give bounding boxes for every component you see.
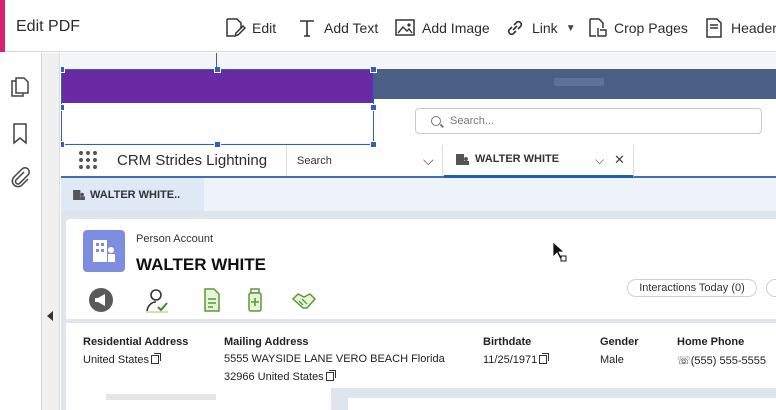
banner-logo	[554, 78, 604, 86]
edit-icon	[226, 18, 246, 38]
home-phone-text: (555) 555-5555	[690, 355, 766, 367]
add-text-button[interactable]: Add Text	[296, 16, 378, 40]
gender-value: Male	[600, 354, 624, 366]
toolbar-title: Edit PDF	[16, 18, 81, 35]
residential-address-text: United States	[83, 354, 150, 366]
image-icon	[395, 19, 415, 36]
global-search-input[interactable]: Search...	[415, 108, 762, 134]
attachment-icon[interactable]	[9, 165, 31, 189]
rotate-handle-line	[216, 53, 217, 69]
bookmark-icon[interactable]	[9, 121, 31, 145]
nav-search-dropdown[interactable]: Search ⌵	[286, 145, 443, 176]
residential-address-value: United States	[83, 353, 162, 366]
pdf-page: Search... CRM Strides Lightning Search ⌵…	[61, 53, 776, 410]
crop-pages-label: Crop Pages	[614, 20, 688, 36]
mouse-cursor-icon	[552, 241, 567, 262]
related-list-text	[106, 394, 216, 400]
copy-icon[interactable]	[325, 370, 336, 381]
header-label: Header	[731, 20, 776, 36]
medicine-bottle-icon[interactable]	[241, 286, 269, 314]
add-text-label: Add Text	[324, 20, 379, 36]
link-icon	[507, 20, 523, 36]
residential-address-label: Residential Address	[83, 336, 189, 348]
link-button[interactable]: Link ▼	[504, 16, 576, 40]
app-navbar: CRM Strides Lightning Search ⌵ WALTER WH…	[61, 145, 776, 178]
home-phone-value[interactable]: ☏(555) 555-5555	[677, 354, 766, 367]
close-icon[interactable]: ✕	[614, 152, 625, 168]
nav-search-label: Search	[297, 155, 332, 167]
mailing-address-label: Mailing Address	[224, 336, 309, 348]
copy-icon[interactable]	[539, 353, 550, 364]
pdf-editor: Edit PDF Edit Add Text Add Image Link ▼ …	[0, 0, 776, 410]
mailing-address-line2-text: 32966 United States	[224, 371, 324, 383]
document-icon[interactable]	[197, 286, 225, 314]
handshake-icon[interactable]	[290, 286, 318, 314]
mailing-address-line1: 5555 WAYSIDE LANE VERO BEACH Florida	[224, 353, 445, 365]
search-placeholder: Search...	[450, 115, 495, 127]
header-icon	[706, 18, 722, 38]
account-icon	[83, 230, 125, 272]
subtab-walter-white[interactable]: WALTER WHITE..	[61, 178, 204, 211]
gender-label: Gender	[600, 336, 639, 348]
sidebar-collapse-handle[interactable]	[42, 53, 60, 410]
tab-walter-white[interactable]: WALTER WHITE ⌵ ✕	[444, 145, 634, 178]
birthdate-label: Birthdate	[483, 336, 532, 348]
account-name: WALTER WHITE	[136, 255, 266, 274]
copy-icon[interactable]	[151, 353, 162, 364]
subtab-label: WALTER WHITE..	[90, 189, 181, 201]
search-icon	[431, 116, 441, 126]
purple-header-bar	[61, 69, 374, 103]
add-image-label: Add Image	[422, 20, 490, 36]
toolbar-accent	[0, 0, 5, 52]
link-label: Link	[532, 20, 558, 36]
detail-panel	[348, 398, 776, 410]
text-icon	[300, 20, 314, 37]
birthdate-text: 11/25/1971	[483, 354, 538, 366]
pages-icon[interactable]	[9, 74, 31, 98]
app-launcher-icon[interactable]	[79, 151, 97, 169]
dark-banner	[374, 69, 776, 99]
person-account-icon	[456, 154, 469, 165]
app-name: CRM Strides Lightning	[117, 152, 268, 169]
top-toolbar: Edit PDF Edit Add Text Add Image Link ▼ …	[0, 0, 776, 52]
chevron-down-icon: ▼	[565, 22, 576, 34]
crop-icon	[589, 18, 607, 37]
chevron-down-icon[interactable]: ⌵	[595, 153, 604, 168]
chevron-left-icon	[47, 311, 53, 321]
header-button[interactable]: Header	[703, 16, 776, 40]
person-check-icon[interactable]	[143, 286, 171, 314]
home-phone-label: Home Phone	[677, 336, 745, 348]
add-image-button[interactable]: Add Image	[394, 16, 490, 40]
edit-button[interactable]: Edit	[224, 16, 276, 40]
birthdate-value: 11/25/1971	[483, 353, 550, 366]
related-list-panel	[66, 388, 331, 410]
megaphone-icon[interactable]	[87, 286, 115, 314]
account-type: Person Account	[136, 233, 214, 245]
interactions-today-button[interactable]: Interactions Today (0)	[627, 279, 757, 297]
building-icon	[93, 240, 115, 262]
header-white-area	[61, 103, 374, 143]
phone-icon: ☏	[677, 355, 691, 367]
edit-label: Edit	[252, 20, 277, 36]
tab-label: WALTER WHITE	[475, 153, 560, 165]
person-account-icon	[73, 190, 85, 200]
left-sidebar	[0, 53, 42, 410]
crop-pages-button[interactable]: Crop Pages	[586, 16, 688, 40]
subtab-bar: WALTER WHITE..	[61, 178, 776, 211]
mailing-address-line2: 32966 United States	[224, 370, 336, 383]
chevron-down-icon: ⌵	[423, 152, 434, 168]
